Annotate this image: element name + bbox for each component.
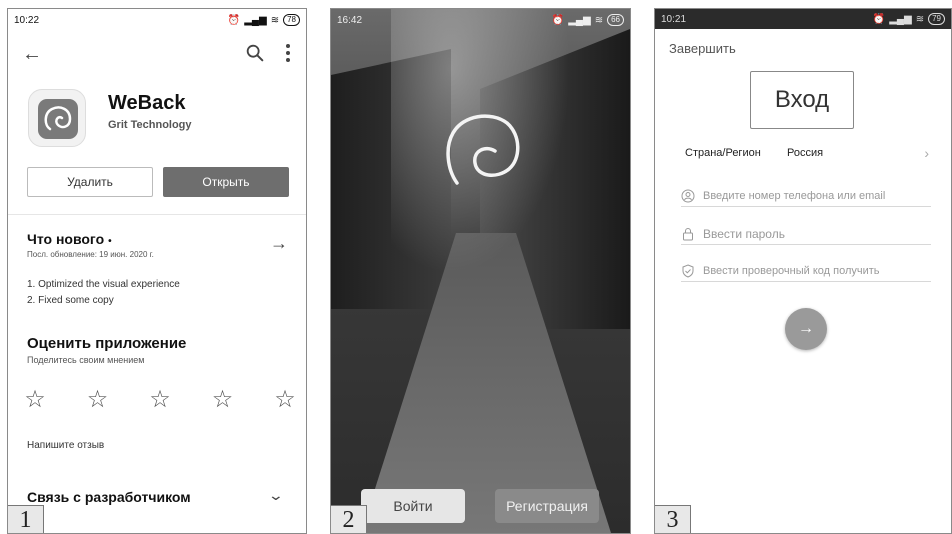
panel-number: 3 bbox=[655, 505, 691, 533]
wifi-icon: ≋ bbox=[915, 13, 925, 25]
register-button[interactable]: Регистрация bbox=[495, 489, 599, 523]
page-title: Вход bbox=[750, 71, 854, 129]
alarm-icon: ⏰ bbox=[551, 14, 565, 26]
toolbar: ← bbox=[8, 39, 306, 69]
verification-code-placeholder: Ввести проверочный код получить bbox=[703, 264, 880, 277]
region-label: Страна/Регион bbox=[685, 147, 761, 159]
app-name: WeBack bbox=[108, 92, 186, 114]
app-icon bbox=[28, 89, 86, 147]
whats-new-heading[interactable]: Что нового • bbox=[27, 231, 112, 247]
last-updated-date: Посл. обновление: 19 июн. 2020 г. bbox=[27, 250, 154, 259]
arrow-right-icon: → bbox=[798, 320, 814, 337]
submit-arrow-button[interactable]: → bbox=[785, 308, 827, 350]
chevron-right-icon: › bbox=[924, 145, 929, 161]
battery-icon: 66 bbox=[607, 14, 624, 26]
battery-icon: 79 bbox=[928, 13, 945, 25]
back-arrow-icon[interactable]: ← bbox=[22, 43, 42, 66]
weback-logo-icon bbox=[446, 114, 520, 185]
verification-code-input[interactable]: Ввести проверочный код получить bbox=[681, 260, 931, 282]
phone-email-input[interactable]: Введите номер телефона или email bbox=[681, 185, 931, 207]
battery-icon: 78 bbox=[283, 14, 300, 26]
app-developer[interactable]: Grit Technology bbox=[108, 119, 192, 131]
divider bbox=[8, 214, 306, 215]
panel-splash: 16:42 ⏰ ▂▄▆ ≋ 66 Войти Регистрация 2 bbox=[330, 8, 631, 534]
star-icon[interactable]: ☆ bbox=[83, 385, 113, 414]
write-review-link[interactable]: Напишите отзыв bbox=[27, 440, 104, 451]
star-icon[interactable]: ☆ bbox=[270, 385, 300, 414]
star-icon[interactable]: ☆ bbox=[20, 385, 50, 414]
status-time: 10:21 bbox=[661, 13, 687, 25]
more-vert-icon[interactable] bbox=[284, 41, 292, 65]
panel-number: 1 bbox=[8, 505, 44, 533]
signal-icon: ▂▄▆ bbox=[244, 14, 267, 26]
status-bar: 16:42 ⏰ ▂▄▆ ≋ 66 bbox=[331, 9, 630, 31]
region-value: Россия bbox=[787, 147, 824, 159]
note-item: 1. Optimized the visual experience bbox=[27, 279, 180, 290]
open-button[interactable]: Открыть bbox=[163, 167, 289, 197]
wifi-icon: ≋ bbox=[270, 14, 280, 26]
star-icon[interactable]: ☆ bbox=[145, 385, 175, 414]
whats-new-notes: 1. Optimized the visual experience 2. Fi… bbox=[27, 277, 180, 309]
wifi-icon: ≋ bbox=[594, 14, 604, 26]
country-region-selector[interactable]: Страна/Регион Россия › bbox=[685, 145, 929, 167]
login-button[interactable]: Войти bbox=[361, 489, 465, 523]
rate-app-heading: Оценить приложение bbox=[27, 335, 187, 352]
panel-number: 2 bbox=[331, 505, 367, 533]
user-icon bbox=[681, 189, 695, 202]
background-photo bbox=[331, 9, 630, 533]
panel-play-store: 10:22 ⏰ ▂▄▆ ≋ 78 ← WeBack Grit Technolog… bbox=[7, 8, 307, 534]
password-input[interactable]: Ввести пароль bbox=[681, 223, 931, 245]
status-time: 16:42 bbox=[337, 14, 363, 26]
uninstall-button[interactable]: Удалить bbox=[27, 167, 153, 197]
phone-email-placeholder: Введите номер телефона или email bbox=[703, 189, 886, 202]
lock-icon bbox=[683, 227, 693, 240]
rate-app-subtitle: Поделитесь своим мнением bbox=[27, 355, 145, 365]
status-time: 10:22 bbox=[14, 14, 40, 26]
alarm-icon: ⏰ bbox=[872, 13, 886, 25]
password-placeholder: Ввести пароль bbox=[703, 226, 785, 241]
panel-login: 10:21 ⏰ ▂▄▆ ≋ 79 Завершить Вход Страна/Р… bbox=[654, 8, 952, 534]
status-bar: 10:21 ⏰ ▂▄▆ ≋ 79 bbox=[655, 9, 951, 29]
signal-icon: ▂▄▆ bbox=[568, 14, 591, 26]
status-bar: 10:22 ⏰ ▂▄▆ ≋ 78 bbox=[8, 9, 306, 31]
shield-check-icon bbox=[682, 263, 694, 278]
weback-logo-icon bbox=[44, 106, 72, 131]
search-icon[interactable] bbox=[244, 42, 266, 64]
chevron-down-icon[interactable]: ⌄ bbox=[268, 487, 284, 504]
arrow-right-icon[interactable]: → bbox=[270, 233, 288, 254]
note-item: 2. Fixed some copy bbox=[27, 295, 114, 306]
signal-icon: ▂▄▆ bbox=[889, 13, 912, 25]
rating-stars: ☆ ☆ ☆ ☆ ☆ bbox=[20, 385, 300, 414]
star-icon[interactable]: ☆ bbox=[208, 385, 238, 414]
alarm-icon: ⏰ bbox=[227, 14, 241, 26]
contact-developer-heading[interactable]: Связь с разработчиком bbox=[27, 489, 191, 505]
finish-button[interactable]: Завершить bbox=[669, 41, 736, 56]
